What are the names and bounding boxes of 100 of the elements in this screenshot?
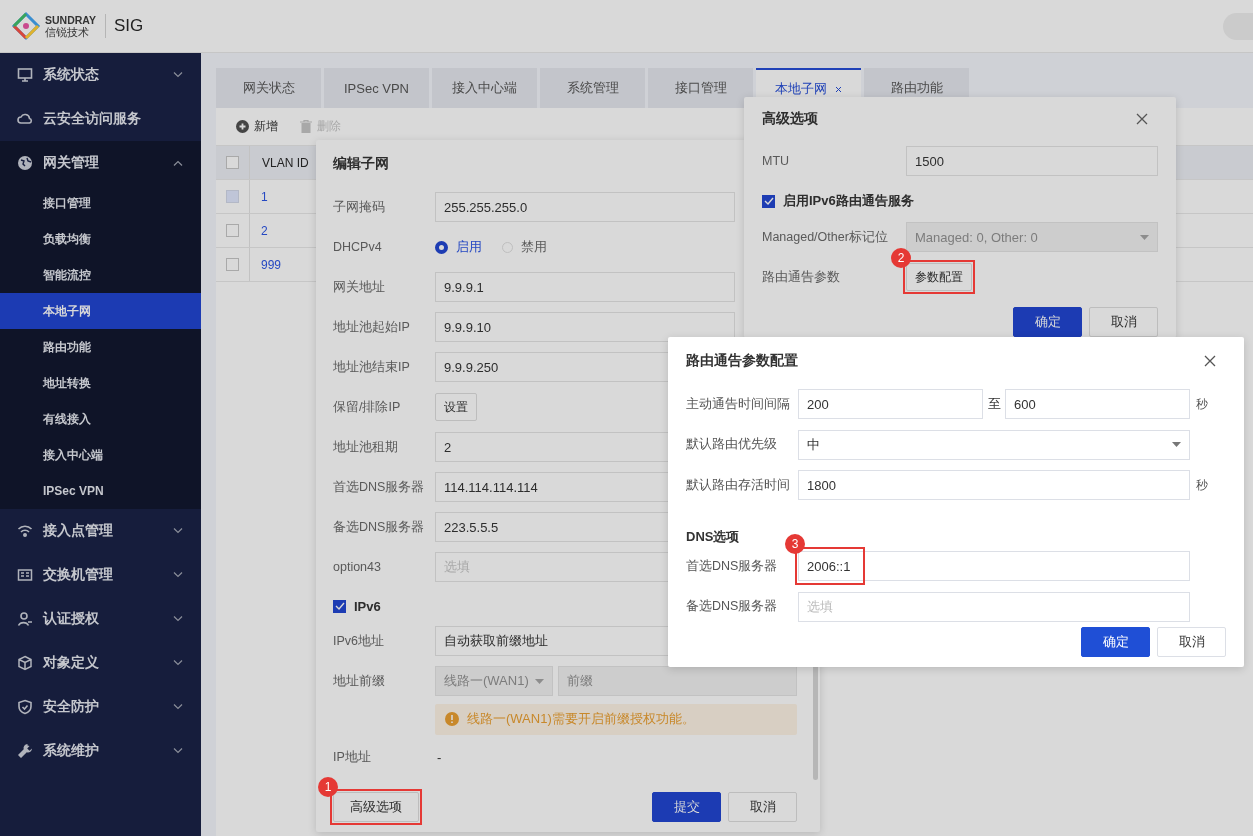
brand-name: SUNDRAY [45,14,96,26]
cube-icon [17,655,33,671]
nav-group[interactable]: 网关管理 [0,141,201,185]
nav-item[interactable]: IPSec VPN [0,473,201,509]
dialog-title: 编辑子网 [333,154,389,173]
field-label: Managed/Other标记位 [762,228,889,246]
dialog-button[interactable]: 提交 [652,792,721,822]
checkbox[interactable] [226,156,239,169]
dialog-button[interactable]: 确定 [1013,307,1082,337]
chevron-icon [173,616,183,622]
nav-group[interactable]: 云安全访问服务 [0,97,201,141]
cloud-icon [17,111,33,127]
field-label: 默认路由优先级 [686,436,778,454]
dialog-button[interactable]: 高级选项 [333,792,419,822]
globe-icon [17,155,33,171]
nav-label: 对象定义 [43,654,100,672]
dialog-title: 高级选项 [762,110,818,128]
caret-icon [1140,234,1149,240]
field-label: 路由通告参数 [762,268,841,286]
nav-group[interactable]: 认证授权 [0,597,201,641]
step-badge: 2 [891,248,911,268]
dialog-title: 路由通告参数配置 [686,351,798,370]
input-field[interactable]: 2006::1 [798,551,1190,582]
tab[interactable]: 网关状态 [216,68,321,108]
user-icon [17,611,33,627]
nav-group[interactable]: 系统维护 [0,729,201,773]
add-icon [236,120,249,133]
dialog-button[interactable]: 取消 [728,792,797,822]
wrench-icon [17,743,33,759]
dialog-button[interactable]: 取消 [1089,307,1158,337]
nav-group[interactable]: 安全防护 [0,685,201,729]
card-icon [17,567,33,583]
nav-item[interactable]: 负载均衡 [0,221,201,257]
step-badge: 3 [785,534,805,555]
chevron-icon [173,72,183,78]
checkbox[interactable] [333,599,346,613]
checkbox[interactable] [226,224,239,237]
nav-item[interactable]: 智能流控 [0,257,201,293]
warning-icon [445,712,459,726]
config-button[interactable]: 参数配置 [906,263,972,291]
radio-option[interactable]: 启用 [435,238,482,256]
wifi-icon [17,523,33,539]
input-field[interactable]: 200 [798,389,983,420]
nav-item[interactable]: 本地子网 [0,293,201,329]
nav-label: 系统状态 [43,66,100,84]
tab[interactable]: 系统管理 [540,68,645,108]
field-label: 主动通告时间间隔 [686,395,791,413]
tab[interactable]: 接入中心端 [432,68,537,108]
caret-icon [535,678,544,684]
nav-item[interactable]: 接入中心端 [0,437,201,473]
nav-group[interactable]: 对象定义 [0,641,201,685]
vlan-link[interactable]: 999 [250,257,282,272]
unit-label: 秒 [1195,476,1209,494]
field-label: DHCPv4 [333,240,383,254]
checkbox[interactable] [226,258,239,271]
column-header: VLAN ID [261,155,309,170]
field-label: 地址池租期 [333,438,399,456]
logo-icon [11,11,41,41]
field-value: - [436,749,442,765]
checkbox-label: 启用IPv6路由通告服务 [783,192,914,210]
chevron-icon [173,660,183,666]
nav-item[interactable]: 路由功能 [0,329,201,365]
nav-label: 安全防护 [43,698,100,716]
field-label: IPv6地址 [333,632,385,650]
input-field[interactable]: 1800 [798,470,1190,501]
step-badge: 1 [318,777,338,797]
field-label: 保留/排除IP [333,398,402,416]
input-field[interactable]: 1500 [906,146,1158,176]
dialog-button[interactable]: 确定 [1081,627,1150,657]
checkbox[interactable] [762,194,775,208]
nav-item[interactable]: 地址转换 [0,365,201,401]
toolbar-button[interactable]: 新增 [236,118,278,135]
input-field[interactable]: 255.255.255.0 [435,192,735,222]
tab[interactable]: IPSec VPN [324,68,429,108]
chevron-icon [173,748,183,754]
field-label: 地址池起始IP [333,318,411,336]
nav-group[interactable]: 系统状态 [0,53,201,97]
vlan-link[interactable]: 2 [250,223,268,238]
dialog-button[interactable]: 取消 [1157,627,1226,657]
monitor-icon [17,67,33,83]
input-field[interactable]: 9.9.9.1 [435,272,735,302]
input-field[interactable]: 600 [1005,389,1190,420]
config-button[interactable]: 设置 [435,393,477,421]
tab[interactable]: 接口管理 [648,68,753,108]
close-icon[interactable] [1136,113,1148,125]
field-label: IP地址 [333,748,372,766]
nav-group[interactable]: 交换机管理 [0,553,201,597]
field-label: option43 [333,560,382,574]
chevron-icon [173,572,183,578]
nav-item[interactable]: 接口管理 [0,185,201,221]
select-field[interactable]: 中 [798,429,1190,460]
shield-icon [17,699,33,715]
close-icon[interactable] [835,85,842,93]
nav-item[interactable]: 有线接入 [0,401,201,437]
nav-label: 交换机管理 [43,566,114,584]
radio-option[interactable]: 禁用 [502,238,547,256]
field-label: 子网掩码 [333,198,386,216]
nav-group[interactable]: 接入点管理 [0,509,201,553]
close-icon[interactable] [1204,354,1216,367]
input-field[interactable]: 9.9.9.10 [435,312,735,342]
